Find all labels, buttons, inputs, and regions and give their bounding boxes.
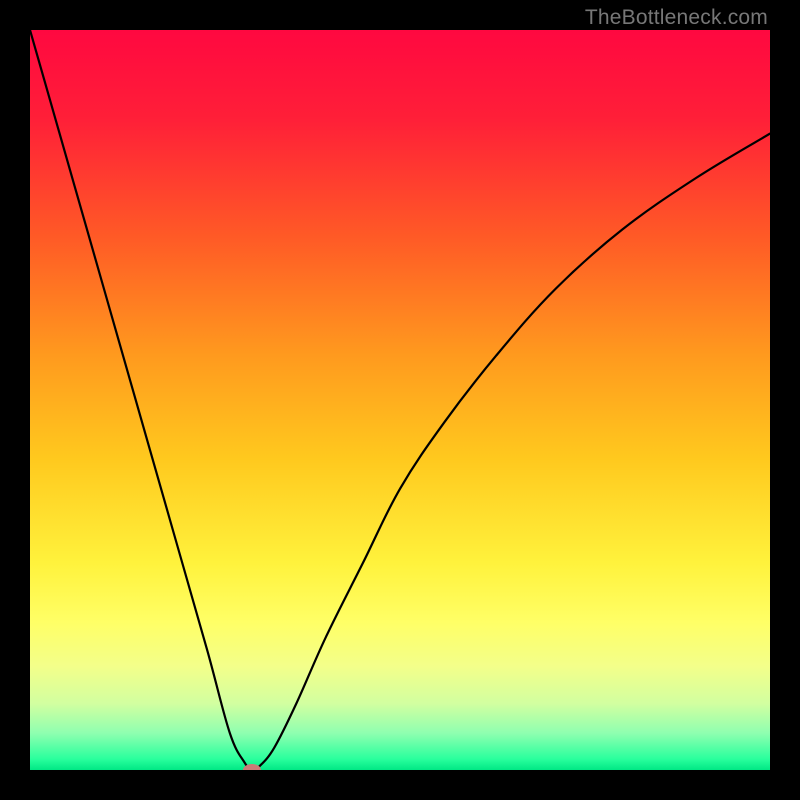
- minimum-marker: [243, 764, 261, 770]
- plot-area: [30, 30, 770, 770]
- chart-frame: TheBottleneck.com: [0, 0, 800, 800]
- watermark-text: TheBottleneck.com: [585, 6, 768, 30]
- bottleneck-curve: [30, 30, 770, 770]
